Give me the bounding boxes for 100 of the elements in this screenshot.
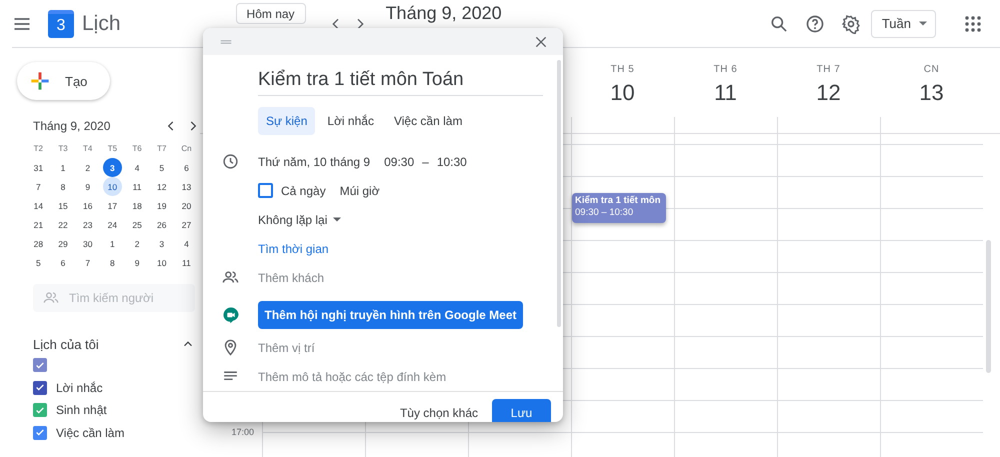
calendar-day[interactable]: 12 [152,177,172,196]
weekday-label: CN [924,64,940,75]
title-field[interactable]: Kiểm tra 1 tiết môn Toán [258,69,543,96]
scrollbar[interactable] [986,240,991,373]
recurrence-dropdown[interactable]: Không lặp lại [258,212,342,226]
date-link[interactable]: Thứ năm, 10 tháng 9 [258,154,370,168]
more-options-button[interactable]: Tùy chọn khác [400,400,478,422]
calendar-day[interactable]: 4 [176,234,196,253]
people-search-field[interactable]: Tìm kiếm người [33,284,195,312]
calendar-day[interactable]: 14 [28,196,48,215]
video-chat-icon [222,306,240,324]
view-dropdown[interactable]: Tuần [870,10,936,38]
tab[interactable]: Sự kiện [258,107,316,135]
calendar-day[interactable]: 7 [28,177,48,196]
event-time: 09:30 – 10:30 [575,207,634,219]
calendar-checkbox[interactable] [33,426,47,440]
date-number[interactable]: 13 [919,80,944,106]
calendar-day[interactable]: 9 [78,177,98,196]
weekday-label: TH 5 [610,64,634,75]
all-day-checkbox[interactable] [258,183,273,198]
calendar-day[interactable]: 6 [54,253,73,272]
check-icon [35,404,45,416]
scrollbar[interactable] [557,60,561,327]
weekday-label: T3 [57,143,69,155]
weekday-label: TH 7 [816,64,840,75]
location-field[interactable]: Thêm vị trí [258,340,528,354]
calendar-day[interactable]: 16 [78,196,98,215]
calendar-checkbox[interactable] [33,358,47,372]
check-icon [35,427,45,438]
weekday-label: T6 [131,143,143,155]
calendar-day[interactable]: 3 [152,234,172,253]
guests-field[interactable]: Thêm khách [258,270,528,284]
description-field[interactable]: Thêm mô tả hoặc các tệp đính kèm [258,370,528,384]
weekday-label: TH 6 [714,64,738,75]
weekday-label: T2 [32,143,44,155]
tab[interactable]: Lời nhắc [319,107,382,135]
calendar-day[interactable]: 23 [78,215,98,234]
calendar-day[interactable]: 7 [78,253,98,272]
apps-icon[interactable] [964,14,982,32]
help-icon[interactable] [804,14,825,34]
month-title: Tháng 9, 2020 [33,119,112,133]
calendar-day[interactable]: 10 [152,253,172,272]
calendar-day[interactable]: 24 [102,215,122,234]
calendar-day[interactable]: 17 [102,196,122,215]
calendar-day[interactable]: 9 [128,253,147,272]
calendar-day[interactable]: 5 [28,253,48,272]
calendar-checkbox[interactable] [33,403,47,418]
calendar-day[interactable]: 27 [176,215,196,234]
calendar-day[interactable]: 21 [28,215,48,234]
today-button[interactable]: Hôm nay [236,3,306,24]
start-time-link[interactable]: 09:30 [384,154,414,168]
tab[interactable]: Việc cần làm [386,107,470,135]
calendar-logo: 3 [48,10,74,38]
calendar-day[interactable]: 8 [102,253,122,272]
calendar-day[interactable]: 5 [152,158,172,177]
calendar-label: Lời nhắc [56,380,103,395]
calendar-day[interactable]: 8 [54,177,73,196]
calendar-label: Việc cần làm [56,426,124,440]
calendar-day[interactable]: 25 [128,215,147,234]
calendar-day[interactable]: 1 [54,158,73,177]
date-number[interactable]: 10 [610,80,635,106]
caret-icon [333,217,342,222]
calendar-day[interactable]: 29 [54,234,73,253]
calendar-day[interactable]: 19 [152,196,172,215]
calendar-day[interactable]: 28 [28,234,48,253]
caret-icon [919,21,927,26]
save-button[interactable]: Lưu [492,398,551,422]
calendar-day[interactable]: 11 [176,253,196,272]
time-separator: – [422,154,429,168]
check-icon [35,360,45,371]
create-button[interactable]: Tạo [17,62,110,100]
calendar-day[interactable]: 3 [102,158,122,177]
calendar-day[interactable]: 20 [176,196,196,215]
date-number[interactable]: 12 [816,80,841,106]
search-icon[interactable] [768,14,789,34]
calendar-day[interactable]: 15 [54,196,73,215]
settings-icon[interactable] [840,14,861,34]
calendar-day[interactable]: 18 [128,196,147,215]
calendar-day[interactable]: 4 [128,158,147,177]
calendar-day[interactable]: 1 [102,234,122,253]
location-pin-icon [222,339,239,356]
end-time-link[interactable]: 10:30 [436,154,467,168]
calendar-day[interactable]: 30 [78,234,98,253]
calendar-day[interactable]: 2 [78,158,98,177]
calendar-checkbox[interactable] [33,380,47,395]
calendar-day[interactable]: 11 [128,177,147,196]
calendar-day[interactable]: 2 [128,234,147,253]
find-time-link[interactable]: Tìm thời gian [258,242,329,256]
calendar-day[interactable]: 22 [54,215,73,234]
meet-button[interactable]: Thêm hội nghị truyền hình trên Google Meet [258,300,523,328]
time-zone-link[interactable]: Múi giờ [340,184,380,198]
event-title: Kiểm tra 1 tiết môn [575,195,662,207]
period-title: Tháng 9, 2020 [386,3,502,24]
weekday-label: Cn [180,143,193,155]
calendar-day[interactable]: 6 [176,158,196,177]
calendar-day[interactable]: 26 [152,215,172,234]
calendar-day[interactable]: 31 [28,158,48,177]
calendar-day[interactable]: 10 [102,177,122,196]
date-number[interactable]: 11 [714,80,737,106]
calendar-day[interactable]: 13 [176,177,196,196]
